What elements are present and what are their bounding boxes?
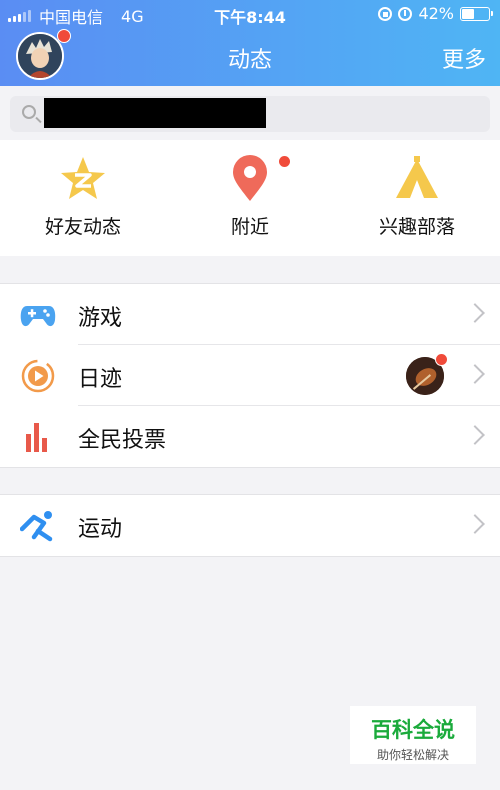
header: 中国电信 4G 下午8:44 42% 动态 更多: [0, 0, 500, 86]
menu-item-label: 日迹: [78, 367, 123, 392]
menu-item-daily-trace[interactable]: 日迹: [0, 345, 500, 406]
shortcut-label: 附近: [230, 216, 269, 238]
battery-icon: [460, 6, 493, 21]
chevron-right-icon: [465, 425, 485, 445]
poll-bars-icon: [20, 420, 56, 454]
watermark-subtitle: 助你轻松解决: [376, 748, 449, 762]
shortcut-label: 好友动态: [44, 216, 121, 238]
menu-item-label: 全民投票: [78, 428, 167, 453]
shortcut-label: 兴趣部落: [378, 216, 455, 238]
location-pin-icon: [225, 154, 290, 204]
alarm-icon: [398, 6, 413, 21]
daily-trace-badge: [435, 353, 448, 366]
battery-percent: 42%: [418, 4, 454, 23]
shortcut-friends-feed[interactable]: 好友动态: [0, 154, 166, 239]
menu-item-games[interactable]: 游戏: [0, 284, 500, 345]
status-bar: 中国电信 4G 下午8:44 42%: [0, 0, 500, 28]
menu-item-poll[interactable]: 全民投票: [0, 406, 500, 467]
more-button[interactable]: 更多: [442, 42, 486, 74]
nearby-badge: [279, 156, 290, 167]
redacted-search-text: [44, 98, 266, 128]
shortcut-interest-tribe[interactable]: 兴趣部落: [334, 154, 500, 239]
friends-feed-icon: [58, 154, 108, 204]
menu-group-2: 运动: [0, 494, 500, 557]
rotation-lock-icon: [378, 6, 393, 21]
avatar-badge: [57, 29, 71, 43]
shortcut-panel: 好友动态 附近 兴趣部落: [0, 140, 500, 256]
daily-trace-icon: [20, 359, 56, 393]
search-bar[interactable]: [10, 96, 490, 132]
menu-item-sports[interactable]: 运动: [0, 495, 500, 556]
menu-item-label: 运动: [78, 517, 123, 542]
menu-group-1: 游戏 日迹 全民投票: [0, 283, 500, 468]
watermark-logo: 百科全说 助你轻松解决: [350, 706, 476, 764]
running-icon: [19, 509, 56, 543]
gamepad-icon: [20, 298, 56, 332]
page-title: 动态: [227, 48, 272, 73]
chevron-right-icon: [465, 364, 485, 384]
chevron-right-icon: [465, 514, 485, 534]
search-icon: [22, 105, 36, 119]
chevron-right-icon: [465, 303, 485, 323]
menu-item-label: 游戏: [78, 306, 123, 331]
tent-icon: [392, 154, 442, 204]
shortcut-nearby[interactable]: 附近: [167, 154, 333, 239]
watermark-title: 百科全说: [371, 718, 455, 742]
